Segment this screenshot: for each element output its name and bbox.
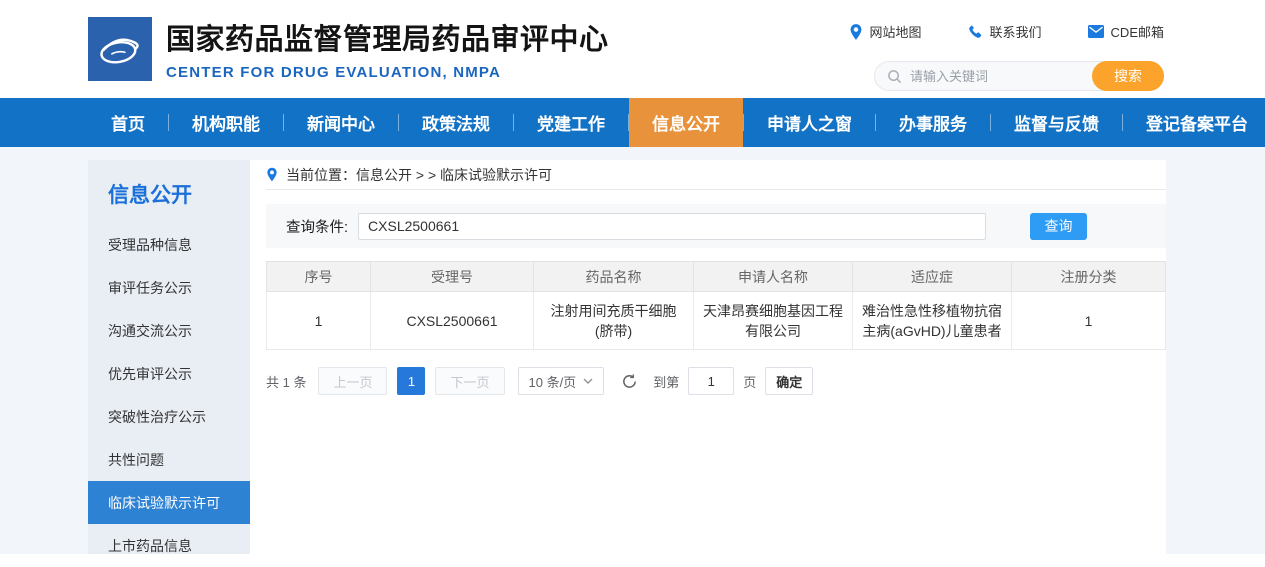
next-page-button[interactable]: 下一页 (435, 367, 504, 395)
site-header: 国家药品监督管理局药品审评中心 CENTER FOR DRUG EVALUATI… (0, 0, 1265, 98)
col-header-drug-name: 药品名称 (534, 262, 694, 292)
main-nav: 首页 机构职能 新闻中心 政策法规 党建工作 信息公开 申请人之窗 办事服务 监… (0, 98, 1265, 147)
nav-item-home[interactable]: 首页 (88, 98, 168, 147)
mail-link[interactable]: CDE邮箱 (1088, 22, 1164, 41)
phone-icon (968, 24, 983, 39)
breadcrumb-text: 当前位置：信息公开 > > 临床试验默示许可 (286, 165, 552, 185)
query-label: 查询条件: (286, 216, 348, 237)
goto-page-group: 到第 页 确定 (653, 367, 813, 395)
sidebar-item-review-tasks[interactable]: 审评任务公示 (88, 266, 250, 309)
utility-links: 网站地图 联系我们 CDE邮箱 (803, 22, 1164, 41)
cell-drug-name: 注射用间充质干细胞(脐带) (534, 292, 694, 350)
nav-item-policy[interactable]: 政策法规 (399, 98, 513, 147)
col-header-seq: 序号 (267, 262, 371, 292)
goto-suffix-label: 页 (743, 372, 756, 391)
goto-confirm-button[interactable]: 确定 (765, 367, 813, 395)
sitemap-link[interactable]: 网站地图 (849, 22, 922, 41)
query-bar: 查询条件: 查询 (266, 204, 1166, 248)
table-header-row: 序号 受理号 药品名称 申请人名称 适应症 注册分类 (267, 262, 1166, 292)
search-input[interactable] (910, 69, 1060, 84)
cell-indication: 难治性急性移植物抗宿主病(aGvHD)儿童患者 (853, 292, 1012, 350)
site-subtitle: CENTER FOR DRUG EVALUATION, NMPA (166, 64, 609, 81)
query-button[interactable]: 查询 (1030, 213, 1087, 240)
pagination-total: 共 1 条 (266, 372, 306, 391)
nav-item-services[interactable]: 办事服务 (876, 98, 990, 147)
sidebar-item-accepted-varieties[interactable]: 受理品种信息 (88, 223, 250, 266)
prev-page-button[interactable]: 上一页 (318, 367, 387, 395)
page-size-select[interactable]: 10 条/页 (518, 367, 605, 395)
location-pin-icon (849, 24, 863, 40)
search-button[interactable]: 搜索 (1092, 61, 1164, 91)
page-size-label: 10 条/页 (529, 372, 577, 391)
cell-registration-class: 1 (1012, 292, 1166, 350)
cell-applicant: 天津昂赛细胞基因工程有限公司 (694, 292, 853, 350)
envelope-icon (1088, 25, 1104, 38)
cell-seq: 1 (267, 292, 371, 350)
sidebar-item-breakthrough-therapy[interactable]: 突破性治疗公示 (88, 395, 250, 438)
site-search: 搜索 (874, 61, 1164, 91)
chevron-down-icon (583, 378, 593, 384)
col-header-applicant: 申请人名称 (694, 262, 853, 292)
location-pin-icon (266, 167, 278, 182)
nav-item-applicant-window[interactable]: 申请人之窗 (744, 98, 875, 147)
pagination: 共 1 条 上一页 1 下一页 10 条/页 到第 页 确定 (266, 367, 1166, 395)
table-row: 1 CXSL2500661 注射用间充质干细胞(脐带) 天津昂赛细胞基因工程有限… (267, 292, 1166, 350)
contact-link-label: 联系我们 (990, 22, 1042, 41)
sidebar-title: 信息公开 (88, 160, 250, 223)
nav-item-functions[interactable]: 机构职能 (169, 98, 283, 147)
swan-logo-icon (94, 23, 146, 75)
content-area: 信息公开 受理品种信息 审评任务公示 沟通交流公示 优先审评公示 突破性治疗公示… (0, 147, 1265, 554)
sidebar-item-marketed-drugs[interactable]: 上市药品信息 (88, 524, 250, 567)
site-logo[interactable]: 国家药品监督管理局药品审评中心 CENTER FOR DRUG EVALUATI… (88, 16, 609, 81)
cde-logo-icon (88, 17, 152, 81)
mail-link-label: CDE邮箱 (1111, 22, 1164, 41)
col-header-registration-class: 注册分类 (1012, 262, 1166, 292)
sidebar-item-common-issues[interactable]: 共性问题 (88, 438, 250, 481)
sidebar-item-communication[interactable]: 沟通交流公示 (88, 309, 250, 352)
nav-item-party[interactable]: 党建工作 (514, 98, 628, 147)
nav-item-news[interactable]: 新闻中心 (284, 98, 398, 147)
current-page-button[interactable]: 1 (397, 367, 425, 395)
sidebar-item-clinical-trial-license[interactable]: 临床试验默示许可 (88, 481, 250, 524)
nav-item-info-disclosure[interactable]: 信息公开 (629, 98, 743, 147)
refresh-icon[interactable] (621, 373, 638, 390)
sitemap-link-label: 网站地图 (870, 22, 922, 41)
breadcrumb: 当前位置：信息公开 > > 临床试验默示许可 (266, 160, 1166, 190)
search-icon (887, 69, 902, 84)
contact-link[interactable]: 联系我们 (968, 22, 1042, 41)
goto-prefix-label: 到第 (653, 372, 679, 391)
site-title: 国家药品监督管理局药品审评中心 (166, 16, 609, 58)
query-input[interactable] (358, 213, 986, 240)
main-panel: 当前位置：信息公开 > > 临床试验默示许可 查询条件: 查询 序号 受理号 药… (250, 160, 1166, 554)
sidebar-item-priority-review[interactable]: 优先审评公示 (88, 352, 250, 395)
goto-page-input[interactable] (688, 367, 734, 395)
col-header-indication: 适应症 (853, 262, 1012, 292)
cell-acceptance-no: CXSL2500661 (371, 292, 534, 350)
nav-item-supervision[interactable]: 监督与反馈 (991, 98, 1122, 147)
sidebar: 信息公开 受理品种信息 审评任务公示 沟通交流公示 优先审评公示 突破性治疗公示… (88, 160, 250, 554)
col-header-acceptance-no: 受理号 (371, 262, 534, 292)
result-table: 序号 受理号 药品名称 申请人名称 适应症 注册分类 1 CXSL2500661… (266, 261, 1166, 350)
nav-item-registration-platform[interactable]: 登记备案平台 (1123, 98, 1265, 147)
